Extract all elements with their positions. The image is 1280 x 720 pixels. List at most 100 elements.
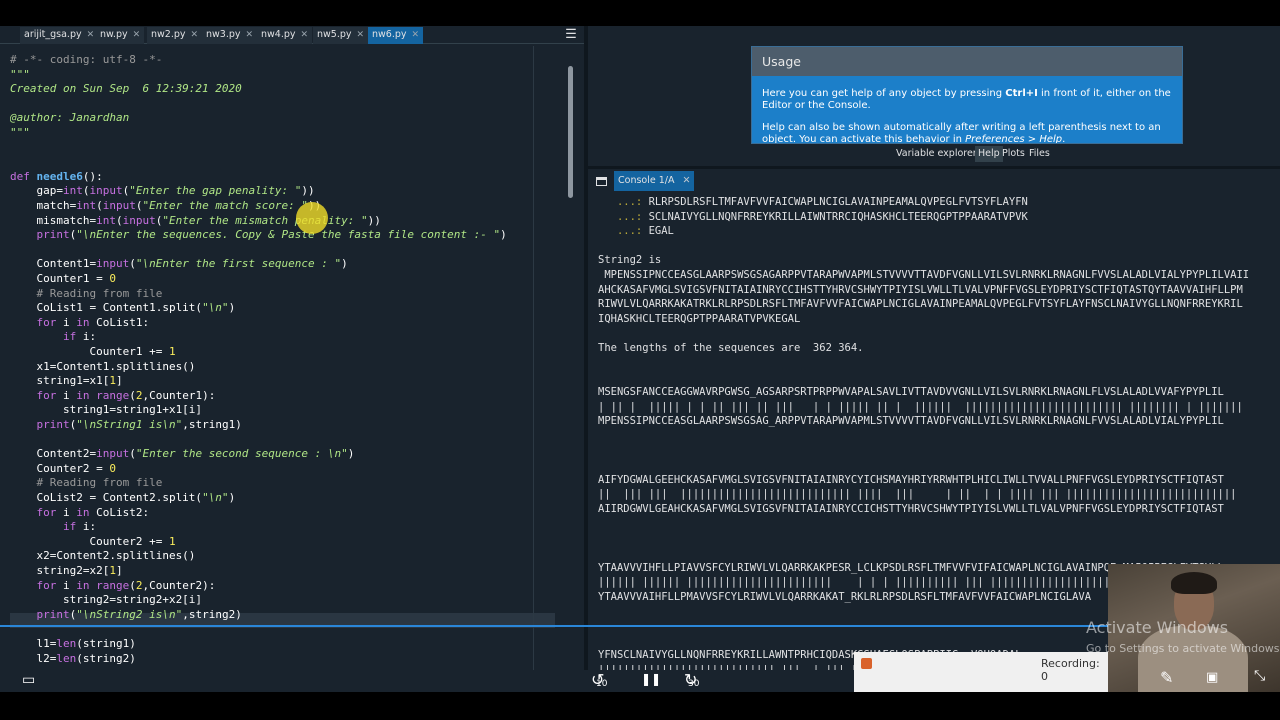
code-line[interactable]: gap=int(input("Enter the gap penality: "…: [10, 184, 314, 198]
close-icon[interactable]: ✕: [301, 30, 309, 40]
code-line[interactable]: string1=string1+x1[i]: [10, 403, 202, 417]
code-line[interactable]: CoList2 = Content2.split("\n"): [10, 491, 235, 505]
code-line[interactable]: l1=len(string1): [10, 637, 135, 651]
code-line[interactable]: for i in CoList2:: [10, 506, 150, 520]
tab-label: nw3.py: [206, 29, 241, 40]
console-line: AIIRDGWVLGEAHCKASAFVMGLSVIGSVFNITAIAINRY…: [598, 502, 1224, 516]
tab-nw6[interactable]: nw6.py ✕: [368, 27, 424, 44]
code-line[interactable]: Created on Sun Sep 6 12:39:21 2020: [10, 82, 242, 96]
preferences-link[interactable]: Preferences > Help: [965, 134, 1062, 143]
code-line[interactable]: CoList1 = Content1.split("\n"): [10, 301, 235, 315]
options-menu-icon[interactable]: ☰: [562, 26, 580, 44]
tab-label: nw6.py: [372, 29, 407, 40]
recording-label: Recording:: [1041, 657, 1100, 670]
usage-paragraph-1: Here you can get help of any object by p…: [762, 88, 1172, 112]
tab-variable-explorer[interactable]: Variable explorer: [893, 146, 980, 162]
code-area[interactable]: # -*- coding: utf-8 -*- """ Created on Sun…: [10, 53, 555, 673]
console-line: AIFYDGWALGEEHCKASAFVMGLSVIGSVFNITAIAINRY…: [598, 473, 1224, 487]
recording-widget: Recording: 0: [854, 652, 1110, 692]
console-text: YTAAVVVAIHFLLPMAVVSFCYLRIWVLVLQARRKAKAT_…: [598, 590, 1092, 603]
usage-text: .: [1062, 134, 1066, 144]
console-text: || ||| ||| ||||||||||||||||||||||||||| |…: [598, 488, 1237, 501]
console-text: RIWVLVLQARRKAKATRKLRLRPSDLRSFLTMFAVFVVFA…: [598, 298, 1243, 311]
console-line: IQHASKHCLTEERQGPTPPAARATVPVKEGAL: [598, 312, 800, 326]
code-line[interactable]: l2=len(string2): [10, 652, 135, 666]
activate-windows-title: Activate Windows: [1086, 618, 1229, 637]
shortcut-key: Ctrl+I: [1005, 88, 1038, 99]
code-line[interactable]: for i in range(2,Counter1):: [10, 389, 216, 403]
code-line[interactable]: if i:: [10, 520, 96, 534]
console-tab-label: Console 1/A: [618, 175, 675, 186]
code-line[interactable]: x1=Content1.splitlines(): [10, 360, 195, 374]
tab-label: nw.py: [100, 29, 128, 40]
code-line[interactable]: for i in range(2,Counter2):: [10, 579, 216, 593]
code-line[interactable]: """: [10, 68, 30, 82]
console-text: AHCKASAFVMGLSVIGSVFNITAIAINRYCCIHSTTYHRV…: [598, 283, 1243, 296]
code-line[interactable]: def needle6():: [10, 170, 103, 184]
console-line: || ||| ||| ||||||||||||||||||||||||||| |…: [598, 487, 1236, 501]
tab-arijit-gsa[interactable]: arijit_gsa.py ✕: [20, 27, 99, 44]
captions-icon[interactable]: ▭: [22, 672, 35, 688]
close-icon[interactable]: ✕: [246, 30, 254, 40]
console-text: The lengths of the sequences are 362 364…: [598, 342, 864, 355]
code-line[interactable]: Counter2 += 1: [10, 535, 175, 549]
close-icon[interactable]: ✕: [191, 30, 199, 40]
code-line[interactable]: @author: Janardhan: [10, 111, 129, 125]
editor-scrollbar-thumb[interactable]: [568, 66, 573, 198]
tab-nw3[interactable]: nw3.py ✕: [202, 27, 258, 44]
code-line[interactable]: string2=x2[1]: [10, 564, 122, 578]
code-line[interactable]: Content1=input("\nEnter the first sequen…: [10, 257, 347, 271]
code-line[interactable]: print("\nEnter the sequences. Copy & Pas…: [10, 228, 507, 242]
code-line[interactable]: print("\nString1 is\n",string1): [10, 418, 242, 432]
console-line: The lengths of the sequences are 362 364…: [598, 341, 864, 355]
code-line[interactable]: for i in CoList1:: [10, 316, 150, 330]
tab-nw4[interactable]: nw4.py ✕: [257, 27, 313, 44]
activate-windows-subtitle: Go to Settings to activate Windows.: [1086, 642, 1280, 655]
fullscreen-icon[interactable]: ⤡: [1254, 668, 1265, 684]
tab-plots[interactable]: Plots: [999, 146, 1028, 162]
tab-nw2[interactable]: nw2.py ✕: [147, 27, 203, 44]
console-text: MSENGSFANCCEAGGWAVRPGWSG_AGSARPSRTPRPPWV…: [598, 386, 1224, 399]
tab-label: arijit_gsa.py: [24, 29, 82, 40]
code-line[interactable]: Counter1 += 1: [10, 345, 175, 359]
code-line[interactable]: if i:: [10, 330, 96, 344]
code-line[interactable]: Counter1 = 0: [10, 272, 115, 286]
mouse-highlight: [296, 202, 328, 234]
code-line[interactable]: string2=string2+x2[i]: [10, 593, 202, 607]
pause-icon[interactable]: ❚❚: [641, 672, 661, 686]
continuation-prompt: ...:: [598, 225, 643, 238]
code-line[interactable]: match=int(input("Enter the match score: …: [10, 199, 321, 213]
screen-icon[interactable]: ▣: [1206, 670, 1218, 685]
console-line: String2 is: [598, 253, 661, 267]
forward-seconds: 30: [688, 679, 700, 689]
console-line: MPENSSIPNCCEASGLAARPSWSGSAGARPPVTARAPWVA…: [598, 268, 1249, 282]
code-line[interactable]: # Reading from file: [10, 476, 162, 490]
console-text: IQHASKHCLTEERQGPTPPAARATVPVKEGAL: [598, 312, 801, 325]
code-line[interactable]: """: [10, 126, 30, 140]
code-line[interactable]: Content2=input("Enter the second sequenc…: [10, 447, 354, 461]
console-text: SCLNAIVYGLLNQNFRREYKRILLAIWNTRRCIQHASKHC…: [642, 210, 1028, 223]
bottom-black-bar: [0, 692, 1280, 720]
close-icon[interactable]: ✕: [357, 30, 365, 40]
close-icon[interactable]: ✕: [682, 175, 690, 186]
tab-files[interactable]: Files: [1026, 146, 1053, 162]
usage-box: Usage Here you can get help of any objec…: [751, 46, 1183, 144]
code-line[interactable]: # -*- coding: utf-8 -*-: [10, 53, 162, 67]
code-line[interactable]: x2=Content2.splitlines(): [10, 549, 195, 563]
close-icon[interactable]: ✕: [133, 30, 141, 40]
code-line[interactable]: string1=x1[1]: [10, 374, 122, 388]
console-text: | || | ||||| | | || ||| || ||| | | |||||…: [598, 400, 1243, 413]
code-line[interactable]: print("\nString2 is\n",string2): [10, 608, 242, 622]
tab-label: nw4.py: [261, 29, 296, 40]
tab-console[interactable]: Console 1/A ✕: [614, 171, 695, 191]
code-line[interactable]: # Reading from file: [10, 287, 162, 301]
console-line: RIWVLVLQARRKAKATRKLRLRPSDLRSFLTMFAVFVVFA…: [598, 297, 1243, 311]
console-line: ...: SCLNAIVYGLLNQNFRREYKRILLAIWNTRRCIQH…: [598, 210, 1028, 224]
close-icon[interactable]: ✕: [87, 30, 95, 40]
tab-nw5[interactable]: nw5.py ✕: [313, 27, 369, 44]
top-black-bar: [0, 0, 1280, 26]
pen-icon[interactable]: ✎: [1160, 668, 1173, 687]
code-line[interactable]: Counter2 = 0: [10, 462, 115, 476]
tab-nw[interactable]: nw.py ✕: [96, 27, 145, 44]
close-icon[interactable]: ✕: [412, 30, 420, 40]
